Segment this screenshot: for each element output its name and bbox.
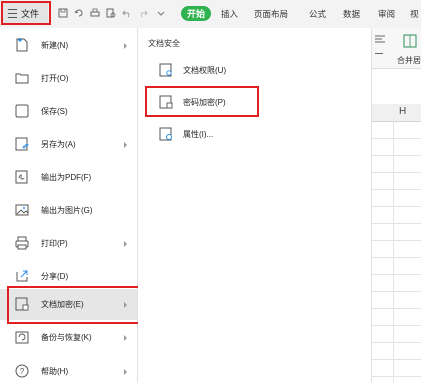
backup-icon: [14, 329, 30, 345]
row-line: [372, 342, 421, 343]
menu-item-label: 保存(S): [41, 107, 68, 116]
row-line: [372, 291, 421, 292]
submenu-arrow-icon: [124, 368, 127, 375]
undo-icon[interactable]: [122, 8, 132, 18]
panel-title: 文档安全: [148, 39, 180, 48]
row-line: [372, 223, 421, 224]
submenu-item-doc-permission[interactable]: 文档权限(U): [138, 56, 371, 84]
submenu-arrow-icon: [124, 141, 127, 148]
menu-item-export-image[interactable]: 输出为图片(G): [0, 194, 137, 227]
tab-page-layout[interactable]: 页面布局: [254, 8, 288, 20]
submenu-arrow-icon: [124, 42, 127, 49]
menu-item-open[interactable]: 打开(O): [0, 62, 137, 95]
redo-icon[interactable]: [138, 8, 148, 18]
tab-data[interactable]: 数据: [343, 8, 360, 20]
document-security-panel: 文档安全 文档权限(U) 密码加密(P) 属性(I)...: [138, 28, 372, 383]
save-icon: [14, 103, 30, 119]
menu-item-export-pdf[interactable]: 输出为PDF(F): [0, 161, 137, 194]
new-file-icon: [14, 37, 30, 53]
print-quick-icon[interactable]: [90, 8, 100, 18]
encrypt-item-highlight: [7, 286, 151, 324]
printer-icon: [14, 235, 30, 251]
column-header-h: H: [399, 106, 407, 117]
file-button-highlight: [1, 1, 51, 25]
menu-item-print[interactable]: 打印(P): [0, 227, 137, 260]
submenu-item-label: 属性(I)...: [183, 130, 214, 139]
menu-item-save[interactable]: 保存(S): [0, 95, 137, 128]
tab-insert[interactable]: 插入: [221, 8, 238, 20]
tab-view[interactable]: 视: [410, 8, 419, 20]
tab-review[interactable]: 审阅: [378, 8, 395, 20]
tab-start[interactable]: 开始: [181, 6, 211, 21]
underline-mark-icon: [375, 53, 383, 54]
menu-item-label: 另存为(A): [41, 140, 76, 149]
svg-text:?: ?: [20, 367, 25, 376]
password-encrypt-highlight: [145, 86, 259, 117]
row-line: [372, 325, 421, 326]
column-header[interactable]: H: [372, 104, 421, 122]
row-line: [372, 274, 421, 275]
pdf-icon: [14, 169, 30, 185]
ribbon-partial: 合并居: [372, 28, 421, 69]
row-line: [372, 138, 421, 139]
submenu-item-label: 文档权限(U): [183, 66, 227, 75]
menu-item-label: 打印(P): [41, 239, 68, 248]
tab-formulas[interactable]: 公式: [309, 8, 326, 20]
merge-cells-icon[interactable]: [403, 34, 417, 50]
menu-item-label: 新建(N): [41, 41, 69, 50]
menu-item-label: 输出为PDF(F): [41, 173, 92, 182]
submenu-arrow-icon: [124, 240, 127, 247]
row-line: [372, 172, 421, 173]
help-icon: ?: [14, 363, 30, 379]
undo-history-icon[interactable]: [74, 8, 84, 18]
row-line: [372, 189, 421, 190]
menu-item-label: 分享(D): [41, 272, 69, 281]
row-line: [372, 240, 421, 241]
menu-item-help[interactable]: ? 帮助(H): [0, 355, 137, 388]
print-preview-icon[interactable]: [106, 8, 116, 18]
menu-item-label: 打开(O): [41, 74, 69, 83]
share-icon: [14, 268, 30, 284]
align-icon[interactable]: [374, 34, 386, 46]
folder-icon: [14, 70, 30, 86]
doc-permission-icon: [158, 62, 174, 78]
customize-chevron-icon[interactable]: [156, 8, 166, 18]
row-line: [372, 359, 421, 360]
row-line: [372, 257, 421, 258]
properties-icon: [158, 126, 174, 142]
top-toolbar: 文件 开始 插入 页面布局 公式 数据 审阅 视: [0, 0, 421, 29]
row-line: [372, 308, 421, 309]
merge-center-label[interactable]: 合并居: [397, 55, 421, 66]
row-line: [372, 155, 421, 156]
menu-item-backup-restore[interactable]: 备份与恢复(K): [0, 321, 137, 354]
menu-item-save-as[interactable]: 另存为(A): [0, 128, 137, 161]
row-line: [372, 376, 421, 377]
file-menu: 新建(N) 打开(O) 保存(S) 另存为(A) 输出为PDF(F) 输出为图片…: [0, 28, 138, 383]
menu-item-label: 帮助(H): [41, 367, 69, 376]
image-icon: [14, 202, 30, 218]
menu-item-label: 输出为图片(G): [41, 206, 93, 215]
row-line: [372, 206, 421, 207]
submenu-arrow-icon: [124, 334, 127, 341]
save-quick-icon[interactable]: [58, 8, 68, 18]
save-as-icon: [14, 136, 30, 152]
spreadsheet-area: 合并居 H: [372, 28, 421, 383]
menu-item-new[interactable]: 新建(N): [0, 29, 137, 62]
submenu-item-properties[interactable]: 属性(I)...: [138, 120, 371, 148]
column-divider: [393, 121, 394, 383]
menu-item-label: 备份与恢复(K): [41, 333, 92, 342]
